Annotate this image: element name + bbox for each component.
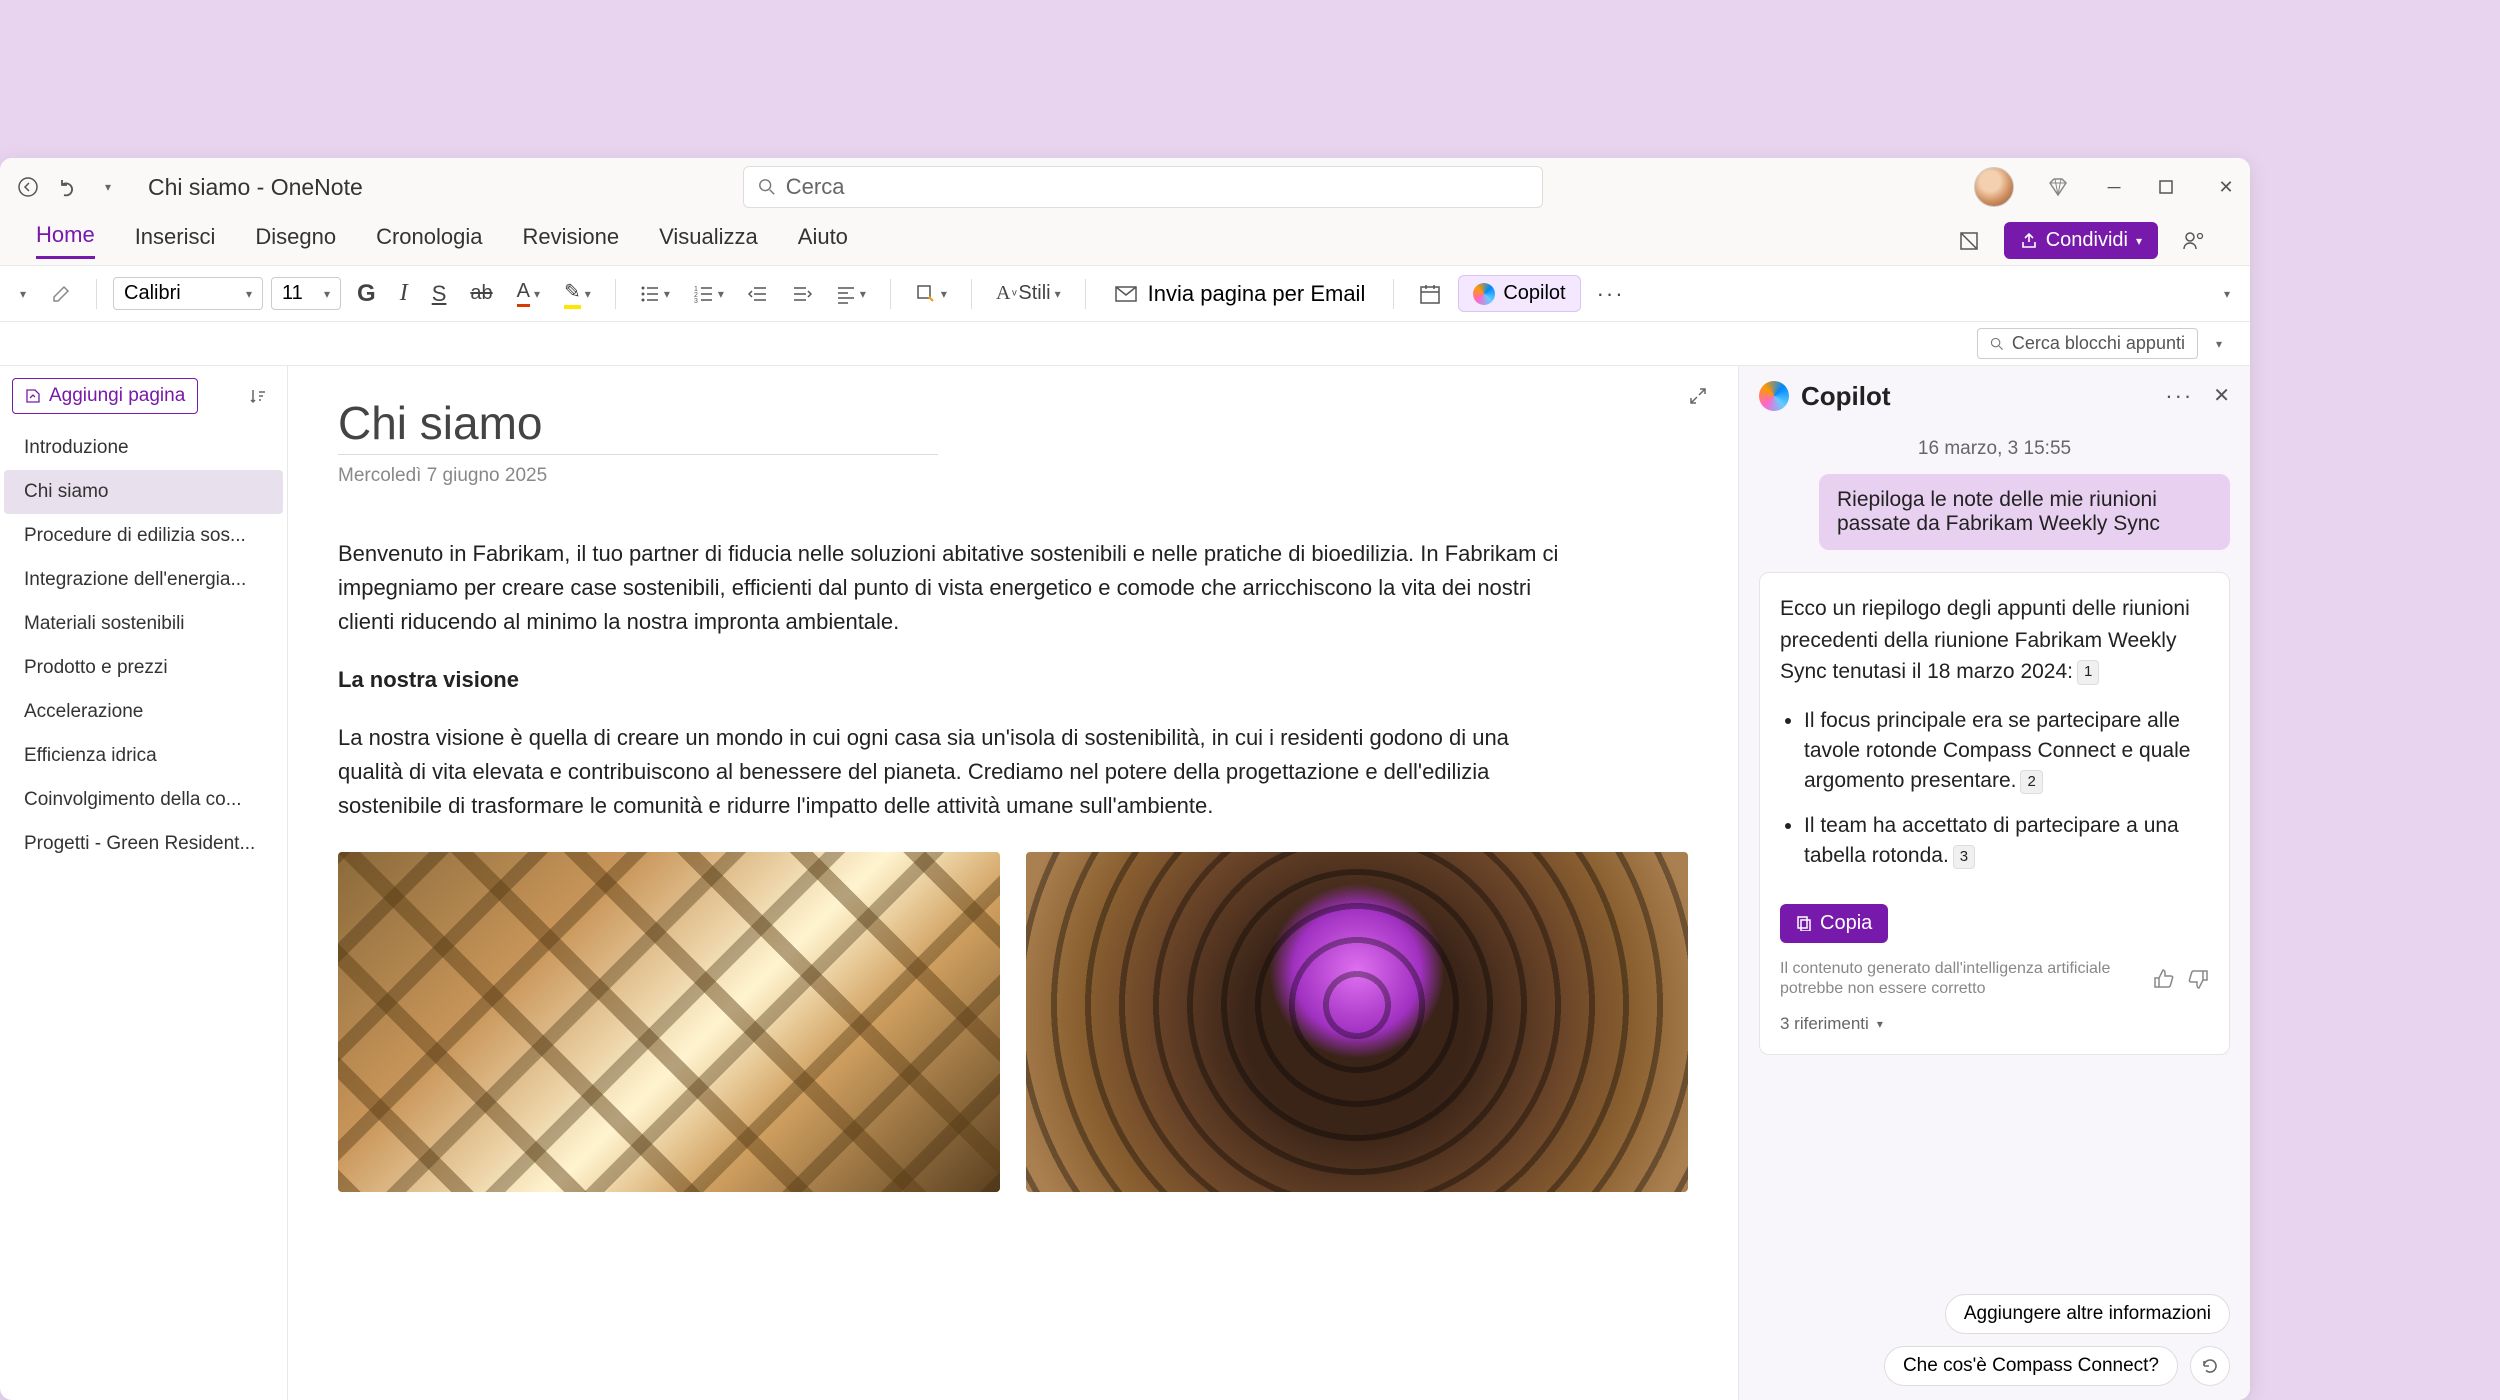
sidebar-page-item[interactable]: Materiali sostenibili xyxy=(4,602,283,646)
format-painter-button[interactable] xyxy=(42,277,80,311)
add-icon xyxy=(25,388,41,404)
tab-help[interactable]: Aiuto xyxy=(798,224,848,258)
expand-page-button[interactable] xyxy=(1688,386,1708,406)
sidebar-page-item[interactable]: Chi siamo xyxy=(4,470,283,514)
italic-button[interactable]: I xyxy=(392,274,416,313)
envelope-icon xyxy=(1114,282,1138,306)
suggestion-chip-2[interactable]: Che cos'è Compass Connect? xyxy=(1884,1346,2178,1386)
tab-draw[interactable]: Disegno xyxy=(255,224,336,258)
indent-button[interactable] xyxy=(784,278,820,310)
bullets-button[interactable]: ▾ xyxy=(632,278,678,310)
maximize-button[interactable] xyxy=(2158,179,2182,195)
sort-pages-button[interactable] xyxy=(241,383,275,409)
content-image-1[interactable] xyxy=(338,852,1000,1192)
vision-paragraph[interactable]: La nostra visione è quella di creare un … xyxy=(338,721,1578,823)
ai-response-card: Ecco un riepilogo degli appunti delle ri… xyxy=(1759,572,2230,1055)
underline-button[interactable]: S xyxy=(424,275,455,313)
page-date: Mercoledì 7 giugno 2025 xyxy=(338,465,1688,487)
sidebar-page-item[interactable]: Procedure di edilizia sos... xyxy=(4,514,283,558)
font-color-button[interactable]: A▾ xyxy=(509,274,548,313)
title-underline xyxy=(338,454,938,455)
copilot-close-button[interactable]: ✕ xyxy=(2213,383,2230,409)
users-button[interactable] xyxy=(2174,223,2214,259)
copilot-toolbar-button[interactable]: Copilot xyxy=(1458,275,1580,312)
search-notebooks-button[interactable]: Cerca blocchi appunti xyxy=(1977,328,2198,359)
sidebar-page-item[interactable]: Coinvolgimento della co... xyxy=(4,778,283,822)
sidebar-page-item[interactable]: Integrazione dell'energia... xyxy=(4,558,283,602)
tab-history[interactable]: Cronologia xyxy=(376,224,482,258)
tab-review[interactable]: Revisione xyxy=(523,224,620,258)
tab-view[interactable]: Visualizza xyxy=(659,224,758,258)
undo-button[interactable] xyxy=(52,171,84,203)
strikethrough-button[interactable]: ab xyxy=(462,276,500,311)
paste-dropdown[interactable]: ▾ xyxy=(12,281,34,307)
reference-pill[interactable]: 2 xyxy=(2020,770,2042,794)
tab-home[interactable]: Home xyxy=(36,222,95,259)
meeting-details-button[interactable] xyxy=(1410,276,1450,312)
close-button[interactable]: ✕ xyxy=(2214,177,2238,198)
back-button[interactable] xyxy=(12,171,44,203)
tag-button[interactable]: ▾ xyxy=(907,277,955,311)
ribbon-collapse-button[interactable]: ▾ xyxy=(2216,281,2238,307)
copy-icon xyxy=(1796,915,1812,931)
vision-heading[interactable]: La nostra visione xyxy=(338,667,1688,693)
reference-pill-1[interactable]: 1 xyxy=(2077,660,2099,685)
more-button[interactable]: ··· xyxy=(1589,275,1633,313)
notebooks-dropdown[interactable]: ▾ xyxy=(2208,331,2230,357)
copilot-timestamp: 16 marzo, 3 15:55 xyxy=(1759,438,2230,460)
search-placeholder: Cerca xyxy=(786,174,845,200)
copilot-title: Copilot xyxy=(1801,381,1891,412)
share-icon xyxy=(2020,232,2038,250)
font-size-select[interactable]: 11▾ xyxy=(271,277,341,310)
sidebar-page-item[interactable]: Progetti - Green Resident... xyxy=(4,822,283,866)
bold-button[interactable]: G xyxy=(349,274,384,314)
page-title[interactable]: Chi siamo xyxy=(338,396,1688,450)
highlight-button[interactable]: ✎▾ xyxy=(556,273,599,315)
copilot-icon xyxy=(1473,283,1495,305)
minimize-button[interactable]: ─ xyxy=(2102,177,2126,198)
font-name-select[interactable]: Calibri▾ xyxy=(113,277,263,310)
suggestion-chip-1[interactable]: Aggiungere altre informazioni xyxy=(1945,1294,2230,1334)
ai-intro-text: Ecco un riepilogo degli appunti delle ri… xyxy=(1780,597,2190,683)
premium-icon[interactable] xyxy=(2046,175,2070,199)
copy-button[interactable]: Copia xyxy=(1780,904,1888,943)
email-page-button[interactable]: Invia pagina per Email xyxy=(1102,275,1378,313)
references-toggle[interactable]: 3 riferimenti▾ xyxy=(1780,1014,2209,1034)
customize-toolbar-button[interactable]: ▾ xyxy=(92,171,124,203)
sidebar-page-item[interactable]: Accelerazione xyxy=(4,690,283,734)
reading-view-button[interactable] xyxy=(1950,224,1988,258)
sidebar-page-item[interactable]: Prodotto e prezzi xyxy=(4,646,283,690)
intro-paragraph[interactable]: Benvenuto in Fabrikam, il tuo partner di… xyxy=(338,537,1578,639)
numbering-button[interactable]: 123 ▾ xyxy=(686,278,732,310)
copilot-menu-button[interactable]: ··· xyxy=(2165,383,2193,409)
ai-bullet: Il focus principale era se partecipare a… xyxy=(1804,706,2209,797)
align-button[interactable]: ▾ xyxy=(828,278,874,310)
ai-bullet: Il team ha accettato di partecipare a un… xyxy=(1804,811,2209,872)
refresh-button[interactable] xyxy=(2190,1346,2230,1386)
share-button[interactable]: Condividi ▾ xyxy=(2004,222,2158,259)
copilot-logo-icon xyxy=(1759,381,1789,411)
add-page-button[interactable]: Aggiungi pagina xyxy=(12,378,198,414)
user-message: Riepiloga le note delle mie riunioni pas… xyxy=(1819,474,2230,550)
search-icon xyxy=(1990,337,2004,351)
search-box[interactable]: Cerca xyxy=(743,166,1543,208)
thumbs-down-button[interactable] xyxy=(2187,968,2209,990)
search-icon xyxy=(758,178,776,196)
ai-disclaimer: Il contenuto generato dall'intelligenza … xyxy=(1780,959,2141,1001)
content-image-2[interactable] xyxy=(1026,852,1688,1192)
sidebar-page-item[interactable]: Introduzione xyxy=(4,426,283,470)
styles-button[interactable]: Aͮ Stili ▾ xyxy=(988,276,1069,311)
reference-pill[interactable]: 3 xyxy=(1953,845,1975,869)
sidebar-page-item[interactable]: Efficienza idrica xyxy=(4,734,283,778)
svg-text:3: 3 xyxy=(694,298,698,304)
user-avatar[interactable] xyxy=(1974,167,2014,207)
window-title: Chi siamo - OneNote xyxy=(148,174,363,201)
outdent-button[interactable] xyxy=(740,278,776,310)
tab-insert[interactable]: Inserisci xyxy=(135,224,216,258)
thumbs-up-button[interactable] xyxy=(2153,968,2175,990)
